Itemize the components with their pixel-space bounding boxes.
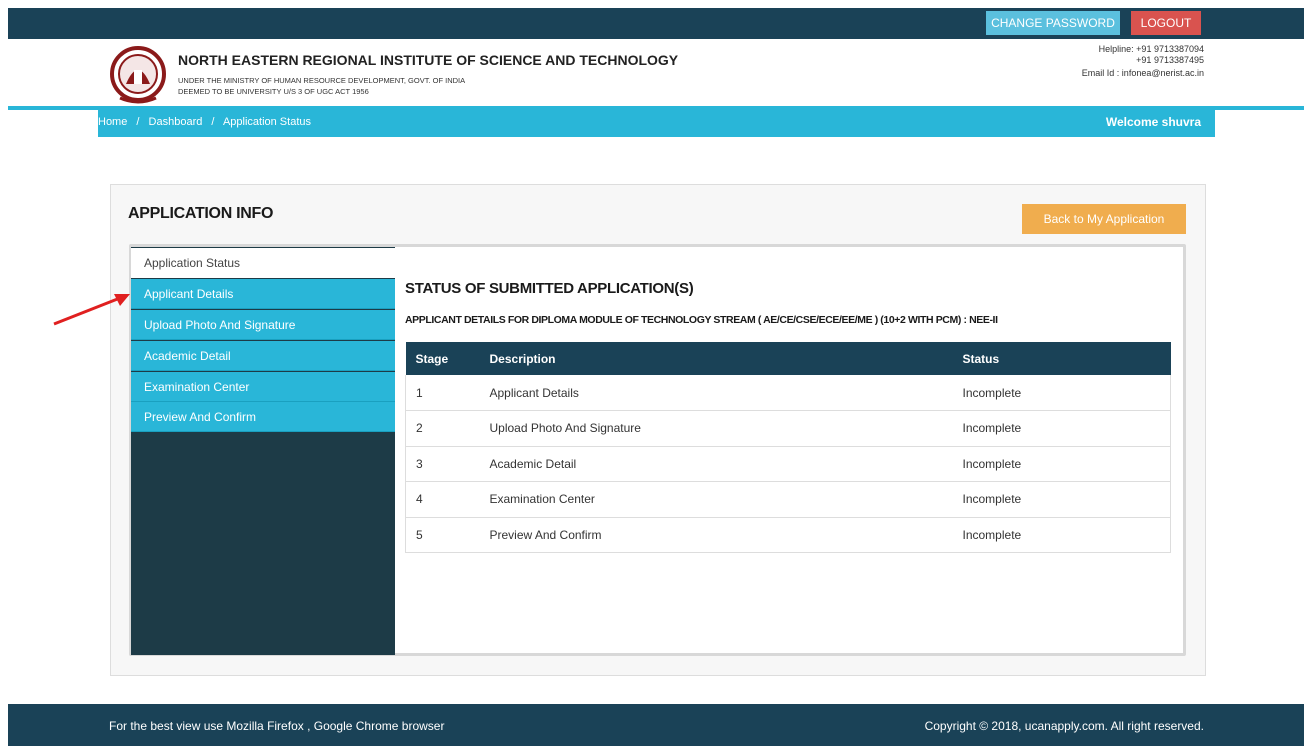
cell-stage: 2 xyxy=(405,410,490,447)
sidebar-item-applicant-details[interactable]: Applicant Details xyxy=(131,279,395,309)
logout-button[interactable]: LOGOUT xyxy=(1131,11,1201,35)
breadcrumb-home-link[interactable]: Home xyxy=(98,116,127,128)
footer-browser-note: For the best view use Mozilla Firefox , … xyxy=(109,719,445,733)
content-title: STATUS OF SUBMITTED APPLICATION(S) xyxy=(405,280,694,297)
breadcrumb-current: Application Status xyxy=(222,116,311,128)
panel-title: APPLICATION INFO xyxy=(128,205,274,222)
contact-email: Email Id : infonea@nerist.ac.in xyxy=(1081,68,1204,78)
table-row: 1 Applicant Details Incomplete xyxy=(405,375,1171,411)
institute-subtitle-ministry: UNDER THE MINISTRY OF HUMAN RESOURCE DEV… xyxy=(178,76,466,85)
welcome-user: Welcome shuvra xyxy=(1105,115,1201,129)
footer: For the best view use Mozilla Firefox , … xyxy=(8,704,1304,746)
change-password-button[interactable]: CHANGE PASSWORD xyxy=(986,11,1120,35)
footer-copyright: Copyright © 2018, ucanapply.com. All rig… xyxy=(924,719,1204,733)
cell-status: Incomplete xyxy=(954,446,1171,482)
cell-stage: 5 xyxy=(405,517,490,553)
breadcrumb: Home / Dashboard / Application Status xyxy=(98,116,317,128)
cell-status: Incomplete xyxy=(954,375,1171,411)
cell-description: Academic Detail xyxy=(489,446,955,482)
back-to-application-button[interactable]: Back to My Application xyxy=(1022,204,1186,234)
red-arrow-annotation xyxy=(53,294,130,326)
sidebar-item-application-status[interactable]: Application Status xyxy=(131,248,395,278)
institute-logo xyxy=(110,46,166,104)
breadcrumb-dashboard-link[interactable]: Dashboard xyxy=(149,116,203,128)
cell-description: Applicant Details xyxy=(489,375,955,411)
table-row: 2 Upload Photo And Signature Incomplete xyxy=(405,410,1171,447)
cell-status: Incomplete xyxy=(954,481,1171,518)
institute-subtitle-deemed: DEEMED TO BE UNIVERSITY U/S 3 OF UGC ACT… xyxy=(178,87,369,96)
table-row: 5 Preview And Confirm Incomplete xyxy=(405,517,1171,553)
cell-status: Incomplete xyxy=(954,410,1171,447)
helpline-primary: Helpline: +91 9713387094 xyxy=(1098,44,1204,54)
sidebar-item-preview-confirm[interactable]: Preview And Confirm xyxy=(131,402,395,432)
cell-description: Preview And Confirm xyxy=(489,517,955,553)
sidebar-item-academic-detail[interactable]: Academic Detail xyxy=(131,341,395,371)
header-status: Status xyxy=(954,342,1171,375)
header-description: Description xyxy=(489,342,955,375)
table-row: 3 Academic Detail Incomplete xyxy=(405,446,1171,482)
breadcrumb-bar: Home / Dashboard / Application Status We… xyxy=(98,108,1215,137)
status-table: Stage Description Status 1 Applicant Det… xyxy=(405,342,1171,553)
cell-description: Examination Center xyxy=(489,481,955,518)
helpline-secondary: +91 9713387495 xyxy=(1136,55,1204,65)
cell-stage: 3 xyxy=(405,446,490,482)
cell-status: Incomplete xyxy=(954,517,1171,553)
table-header-row: Stage Description Status xyxy=(405,342,1171,375)
sidebar-item-examination-center[interactable]: Examination Center xyxy=(131,372,395,402)
institute-title: NORTH EASTERN REGIONAL INSTITUTE OF SCIE… xyxy=(178,52,679,68)
sidebar-item-upload-photo[interactable]: Upload Photo And Signature xyxy=(131,310,395,340)
header-stage: Stage xyxy=(405,342,490,375)
cell-stage: 1 xyxy=(405,375,490,411)
breadcrumb-separator: / xyxy=(136,116,140,128)
cell-description: Upload Photo And Signature xyxy=(489,410,955,447)
content-subtitle: APPLICANT DETAILS FOR DIPLOMA MODULE OF … xyxy=(405,314,998,326)
breadcrumb-separator: / xyxy=(211,116,215,128)
table-row: 4 Examination Center Incomplete xyxy=(405,481,1171,518)
cell-stage: 4 xyxy=(405,481,490,518)
